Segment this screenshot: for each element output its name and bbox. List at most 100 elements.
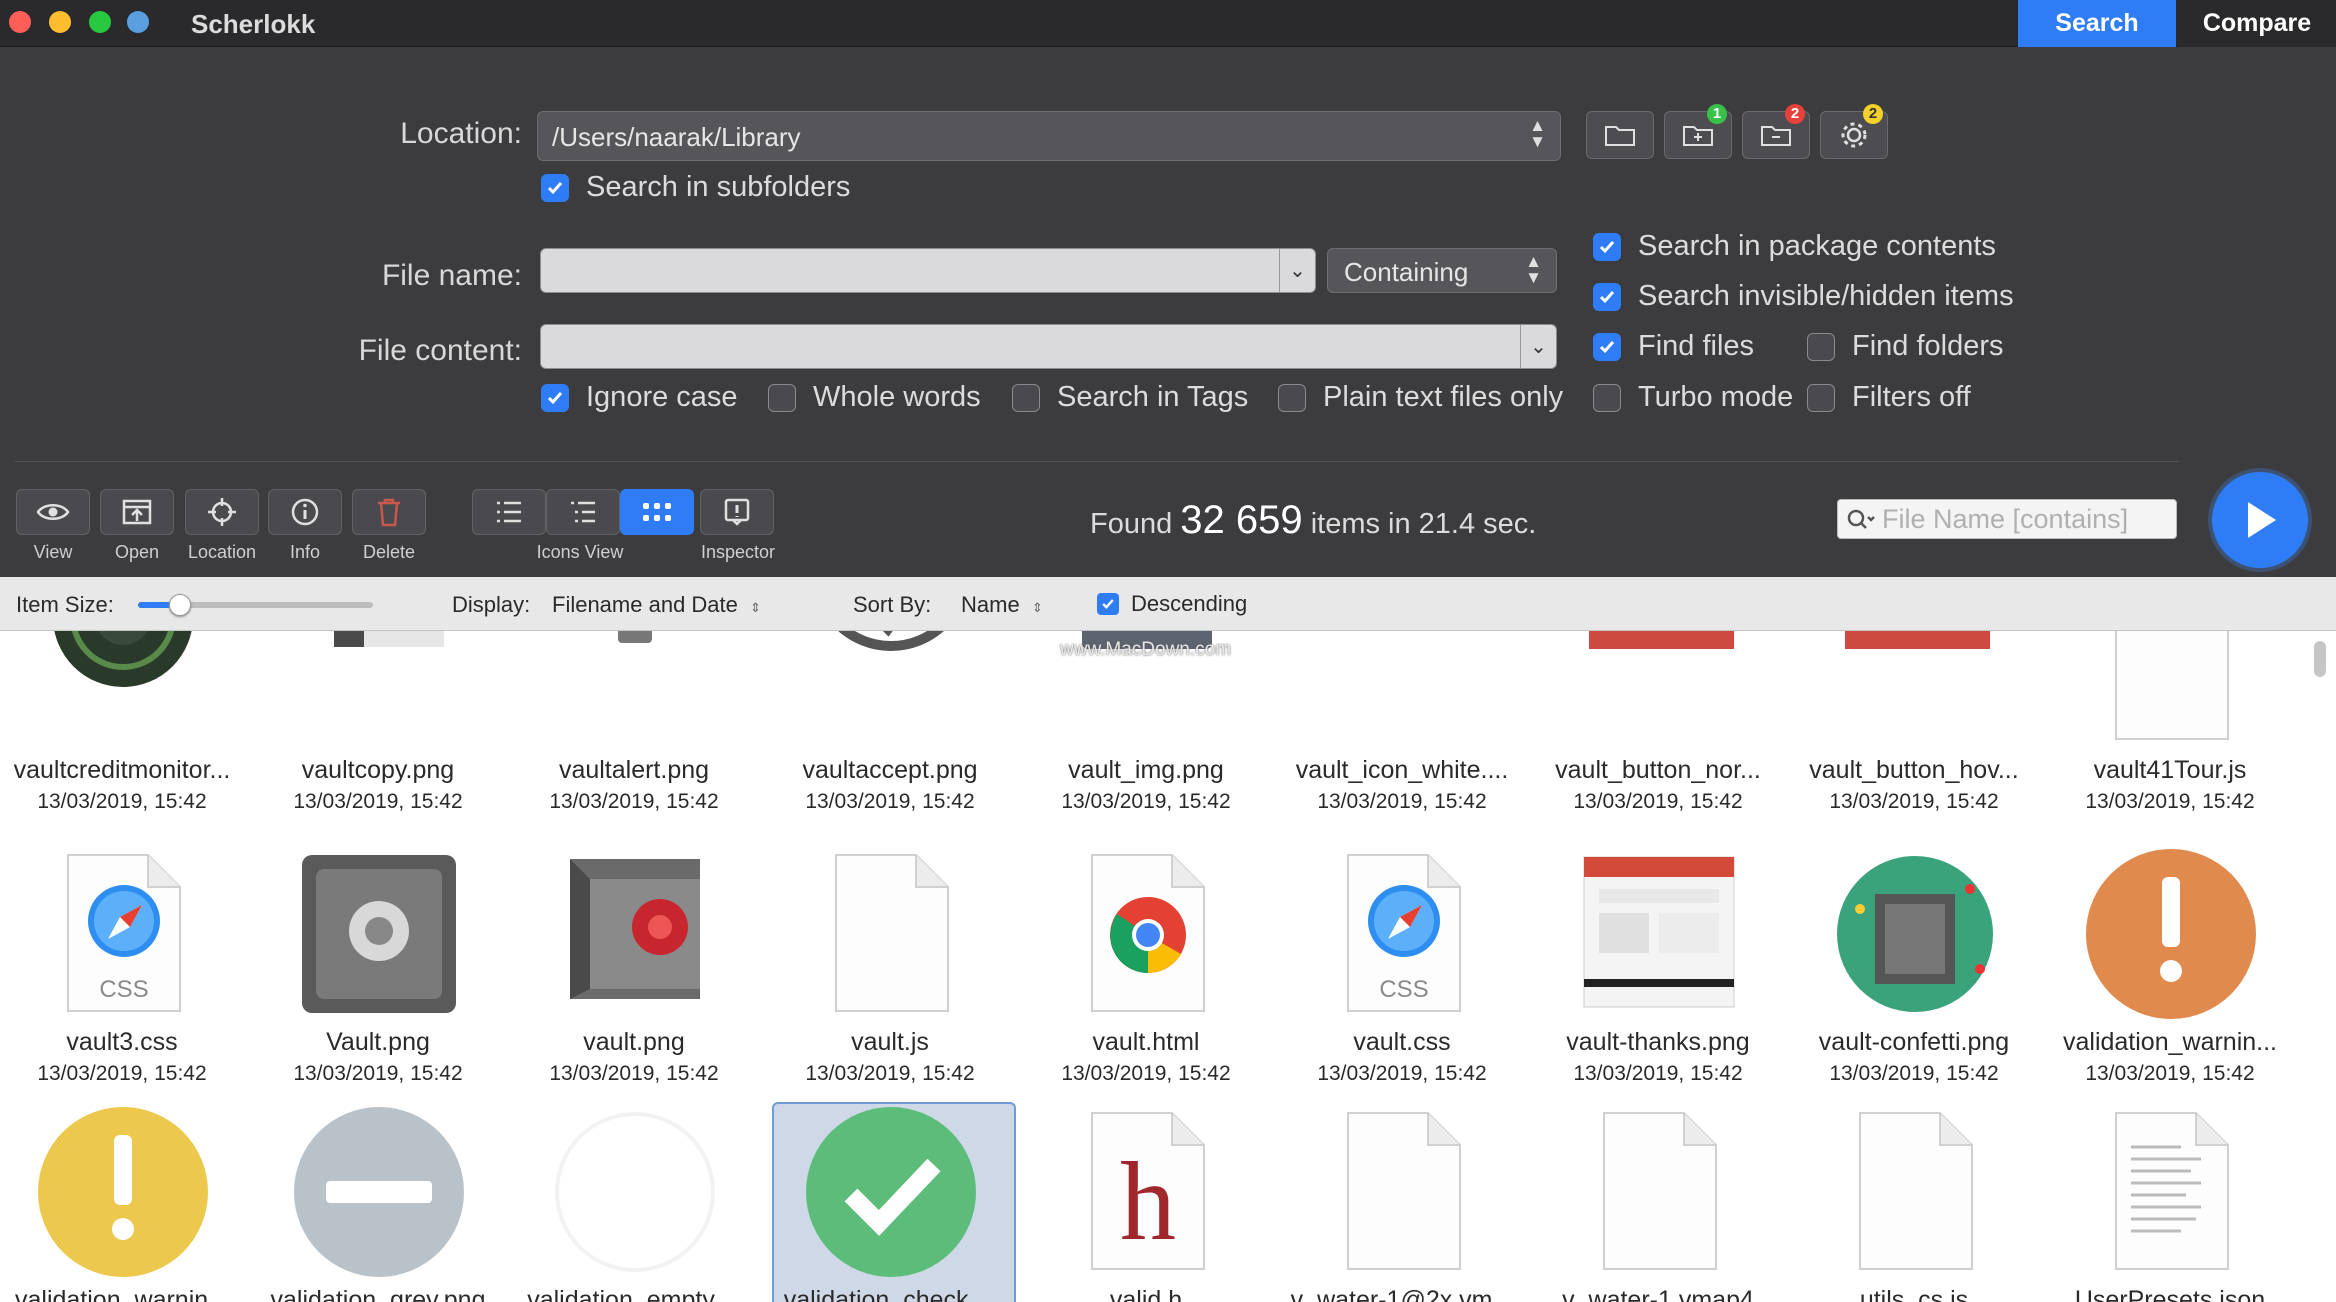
- result-item[interactable]: validation_grey.png13/03/2019, 15:42: [258, 1101, 498, 1302]
- css-file-icon: CSS: [67, 854, 181, 1012]
- chevron-down-icon[interactable]: ⌄: [1520, 325, 1556, 368]
- result-item[interactable]: vault-confetti.png 13/03/2019, 15:42: [1794, 843, 2034, 1085]
- inspector-button[interactable]: [700, 489, 774, 535]
- sort-value: Name: [961, 592, 1020, 617]
- result-item-name: vault.js: [851, 1028, 929, 1056]
- filename-input[interactable]: ⌄: [540, 248, 1316, 293]
- folder-add-icon: [1683, 126, 1713, 146]
- result-item-date: 13/03/2019, 15:42: [37, 1062, 207, 1085]
- result-item[interactable]: vaultalert.png 13/03/2019, 15:42: [514, 631, 754, 813]
- location-button[interactable]: [185, 489, 259, 535]
- search-in-tags-checkbox[interactable]: Search in Tags: [1012, 381, 1248, 414]
- find-folders-label: Find folders: [1852, 330, 2004, 362]
- search-mode-button[interactable]: Search: [2018, 0, 2176, 47]
- start-search-button[interactable]: [2212, 472, 2308, 568]
- result-item[interactable]: CSS vault.css 13/03/2019, 15:42: [1282, 843, 1522, 1085]
- up-down-arrows-icon: ▲ ▼: [1529, 116, 1546, 151]
- settings-button[interactable]: 2: [1820, 104, 1888, 159]
- view-button[interactable]: [16, 489, 90, 535]
- result-item-date: 13/03/2019, 15:42: [2085, 1062, 2255, 1085]
- result-item[interactable]: vault_button_hov... 13/03/2019, 15:42: [1794, 631, 2034, 813]
- result-item[interactable]: vault41Tour.js 13/03/2019, 15:42: [2050, 631, 2290, 813]
- header-file-icon: h: [1091, 1112, 1205, 1270]
- find-files-checkbox[interactable]: Find files: [1593, 330, 1754, 363]
- display-options-bar: Item Size: Display: Filename and Date ⇕ …: [0, 577, 2336, 631]
- open-button[interactable]: [100, 489, 174, 535]
- whole-words-checkbox[interactable]: Whole words: [768, 381, 981, 414]
- result-item[interactable]: v_water-1@2x.vm...29/09/2018, 01:31: [1282, 1101, 1522, 1302]
- display-select[interactable]: Filename and Date ⇕: [552, 592, 761, 618]
- filename-match-select[interactable]: Containing ▲ ▼: [1327, 248, 1557, 293]
- icons-view-button[interactable]: [620, 489, 694, 535]
- search-icon: [1847, 509, 1875, 529]
- quick-search-input[interactable]: File Name [contains]: [1837, 499, 2177, 539]
- result-item[interactable]: vault.html 13/03/2019, 15:42: [1026, 843, 1266, 1085]
- info-button[interactable]: [268, 489, 342, 535]
- filename-match-value: Containing: [1344, 257, 1469, 287]
- result-item[interactable]: v_water-1.vmap429/09/2018, 01:31: [1538, 1101, 1778, 1302]
- result-item[interactable]: vaultcopy.png 13/03/2019, 15:42: [258, 631, 498, 813]
- result-item[interactable]: vault.png 13/03/2019, 15:42: [514, 843, 754, 1085]
- sort-select[interactable]: Name ⇕: [961, 592, 1043, 618]
- result-item[interactable]: validation_check....13/03/2019, 15:42: [770, 1101, 1010, 1302]
- inspector-label: Inspector: [700, 542, 776, 562]
- up-down-arrows-icon: ⇕: [750, 600, 761, 615]
- result-item-date: 13/03/2019, 15:42: [549, 1062, 719, 1085]
- result-item-name: validation_warnin...: [2062, 1028, 2277, 1056]
- add-location-button[interactable]: 1: [1664, 104, 1732, 159]
- compare-mode-button[interactable]: Compare: [2178, 0, 2336, 47]
- fullscreen-window-button[interactable]: [127, 11, 149, 33]
- result-item[interactable]: vault_button_nor... 13/03/2019, 15:42: [1538, 631, 1778, 813]
- zoom-window-button[interactable]: [89, 11, 111, 33]
- result-item[interactable]: vault-thanks.png 13/03/2019, 15:42: [1538, 843, 1778, 1085]
- delete-button[interactable]: [352, 489, 426, 535]
- turbo-mode-checkbox[interactable]: Turbo mode: [1593, 381, 1793, 414]
- result-item[interactable]: validation_empty....13/03/2019, 15:42: [514, 1101, 754, 1302]
- quick-search-placeholder: File Name [contains]: [1882, 503, 2129, 534]
- location-select[interactable]: /Users/naarak/Library ▲ ▼: [537, 111, 1561, 161]
- remove-location-badge: 2: [1785, 104, 1805, 124]
- title-bar: Scherlokk Search Compare: [0, 0, 2336, 47]
- descending-checkbox[interactable]: Descending: [1097, 591, 1247, 617]
- result-item[interactable]: validation_warnin...13/03/2019, 15:42: [2, 1101, 242, 1302]
- checkbox-unchecked-icon: [1278, 383, 1306, 412]
- choose-folder-button[interactable]: [1586, 111, 1654, 159]
- result-item-name: vault-confetti.png: [1818, 1028, 2010, 1056]
- result-item[interactable]: utils_cs.js13/03/2019, 15:42: [1794, 1101, 2034, 1302]
- result-item[interactable]: validation_warnin... 13/03/2019, 15:42: [2050, 843, 2290, 1085]
- generic-file-icon: [1603, 1112, 1717, 1270]
- search-subfolders-checkbox[interactable]: Search in subfolders: [541, 171, 850, 204]
- remove-location-button[interactable]: 2: [1742, 104, 1810, 159]
- chevron-down-icon[interactable]: ⌄: [1279, 249, 1315, 292]
- invisible-items-checkbox[interactable]: Search invisible/hidden items: [1593, 280, 2014, 313]
- result-item[interactable]: vault_icon_white.... 13/03/2019, 15:42: [1282, 631, 1522, 813]
- item-size-slider[interactable]: [138, 594, 373, 616]
- checkbox-unchecked-icon: [1012, 383, 1040, 412]
- result-item-name: UserPresets.json: [2074, 1286, 2266, 1302]
- open-label: Open: [114, 542, 160, 562]
- content-label: File content:: [358, 334, 522, 367]
- plain-text-only-checkbox[interactable]: Plain text files only: [1278, 381, 1563, 414]
- find-folders-checkbox[interactable]: Find folders: [1807, 330, 2004, 363]
- result-item[interactable]: vaultaccept.png 13/03/2019, 15:42: [770, 631, 1010, 813]
- package-contents-checkbox[interactable]: Search in package contents: [1593, 230, 1996, 263]
- result-item[interactable]: CSS vault3.css 13/03/2019, 15:42: [2, 843, 242, 1085]
- location-tb-label: Location: [187, 542, 257, 562]
- list-view-button[interactable]: [472, 489, 546, 535]
- search-panel: Location: /Users/naarak/Library ▲ ▼ 1 2 2…: [0, 47, 2336, 577]
- content-input[interactable]: ⌄: [540, 324, 1557, 369]
- result-item[interactable]: hvalid.h23/01/2019, 16:27: [1026, 1101, 1266, 1302]
- result-item[interactable]: vaultcreditmonitor... 13/03/2019, 15:42: [2, 631, 242, 813]
- result-item-date: 13/03/2019, 15:42: [1829, 1062, 1999, 1085]
- result-item[interactable]: Vault.png 13/03/2019, 15:42: [258, 843, 498, 1085]
- results-scrollbar[interactable]: [2314, 641, 2326, 677]
- result-item[interactable]: UserPresets.json14/02/2019, 18:47: [2050, 1101, 2290, 1302]
- tree-view-button[interactable]: [546, 489, 620, 535]
- ignore-case-checkbox[interactable]: Ignore case: [541, 381, 738, 414]
- result-item-name: vault-thanks.png: [1566, 1028, 1750, 1056]
- filters-off-checkbox[interactable]: Filters off: [1807, 381, 1971, 414]
- minimize-window-button[interactable]: [49, 11, 71, 33]
- close-window-button[interactable]: [9, 11, 31, 33]
- result-item[interactable]: vault.js 13/03/2019, 15:42: [770, 843, 1010, 1085]
- item-size-slider-knob[interactable]: [169, 594, 192, 616]
